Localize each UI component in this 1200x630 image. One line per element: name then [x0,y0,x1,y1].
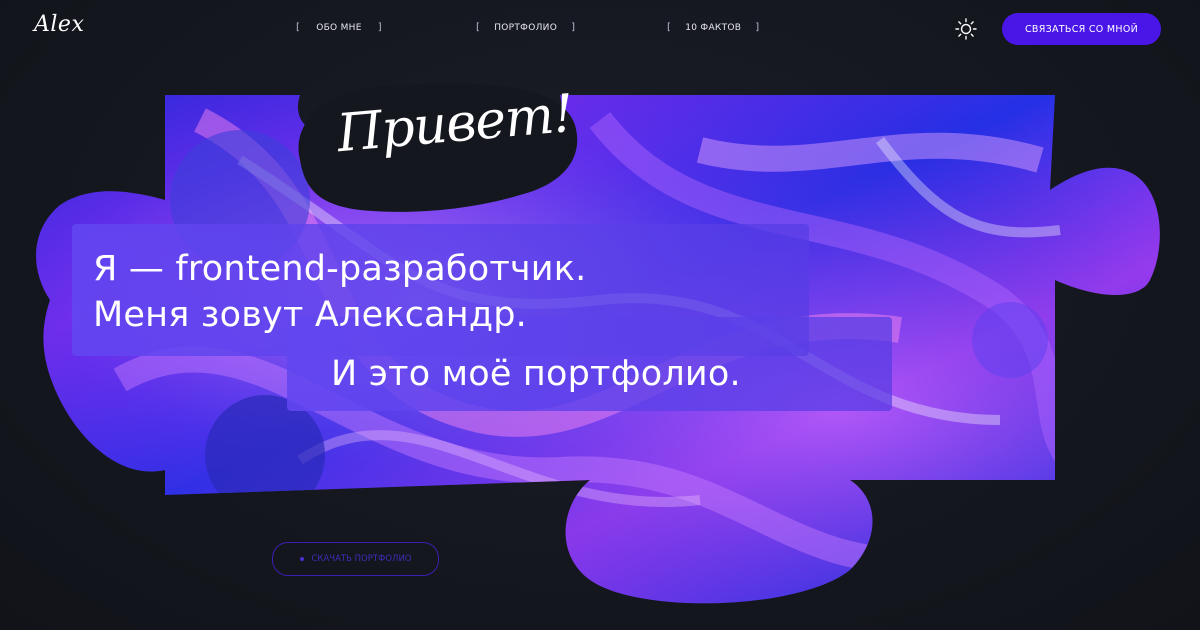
dot-icon [299,557,304,561]
download-portfolio-button[interactable]: СКАЧАТЬ ПОРТФОЛИО [272,542,439,576]
hero-line-1: Я — frontend-разработчик. [93,249,587,289]
hero-line-2: Меня зовут Александр. [93,295,527,335]
hero-line-3: И это моё портфолио. [331,354,741,394]
download-portfolio-label: СКАЧАТЬ ПОРТФОЛИО [311,554,412,564]
